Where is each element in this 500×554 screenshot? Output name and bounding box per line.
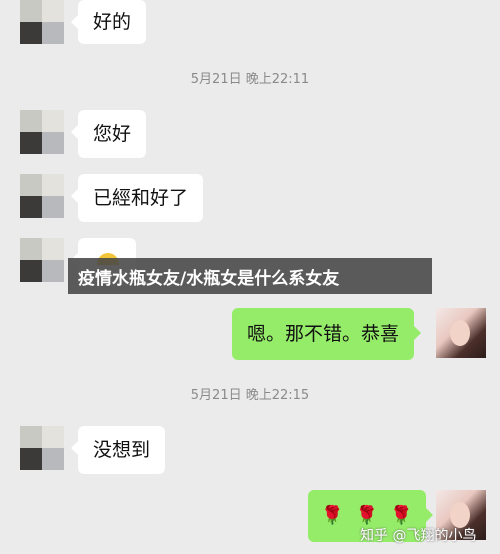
incoming-message-bubble[interactable]: 没想到 (70, 426, 166, 474)
outgoing-message-bubble[interactable]: 嗯。那不错。恭喜 (232, 308, 422, 360)
rose-icon: 🌹 (321, 505, 344, 526)
message-timestamp: 5月21日 晚上22:11 (190, 72, 310, 87)
article-title-banner: 疫情水瓶女友/水瓶女是什么系女友 (68, 258, 432, 294)
incoming-message-bubble[interactable]: 已經和好了 (70, 174, 204, 222)
watermark: 知乎 @飞翔的小鸟 (360, 528, 477, 544)
self-avatar[interactable] (436, 308, 486, 358)
banner-title: 疫情水瓶女友/水瓶女是什么系女友 (78, 268, 340, 289)
contact-avatar[interactable] (20, 110, 64, 154)
message-timestamp: 5月21日 晚上22:15 (190, 388, 310, 403)
message-text: 没想到 (93, 438, 151, 461)
contact-avatar[interactable] (20, 0, 64, 44)
rose-icon: 🌹 (355, 505, 379, 526)
rose-icon: 🌹 (390, 505, 413, 526)
message-text: 好的 (93, 10, 132, 33)
contact-avatar[interactable] (20, 238, 64, 282)
message-text: 嗯。那不错。恭喜 (247, 322, 400, 345)
contact-avatar[interactable] (20, 174, 64, 218)
incoming-message-bubble[interactable]: 您好 (70, 110, 147, 158)
message-text: 您好 (93, 122, 132, 145)
message-text: 已經和好了 (93, 186, 189, 209)
contact-avatar[interactable] (20, 426, 64, 470)
incoming-message-bubble[interactable]: 好的 (70, 0, 147, 44)
